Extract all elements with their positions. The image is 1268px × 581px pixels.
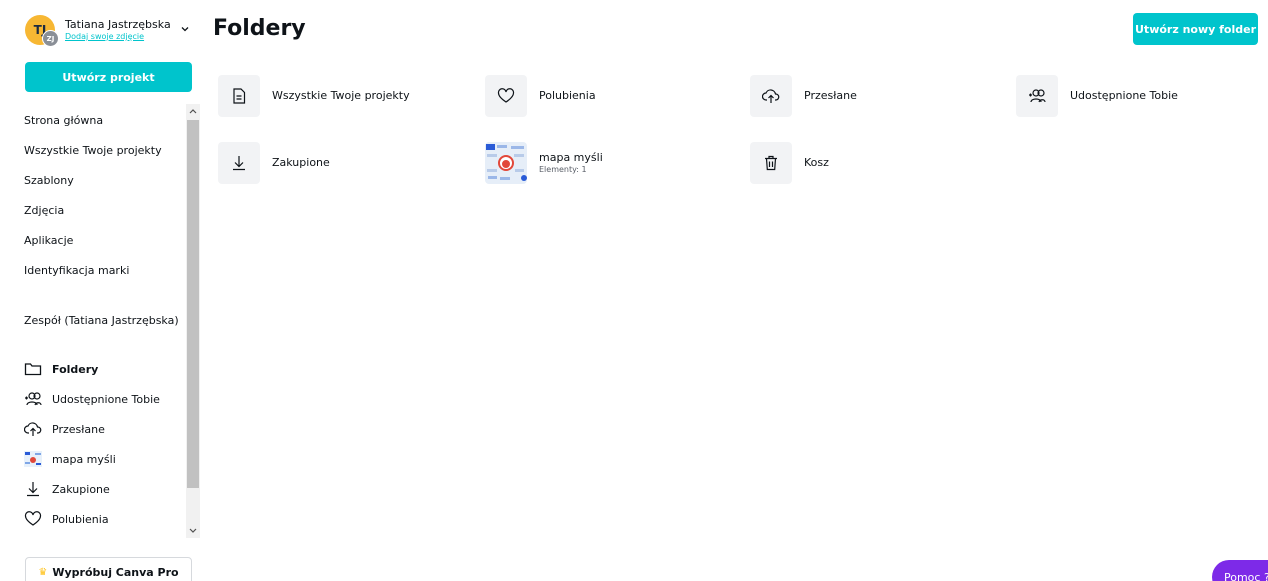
sidebar-item-team[interactable]: Zespół (Tatiana Jastrzębska) xyxy=(24,314,179,327)
sidebar-item-templates[interactable]: Szablony xyxy=(24,174,74,187)
folder-tile xyxy=(218,142,260,184)
sidebar: TJ ZJ Tatiana Jastrzębska Dodaj swoje zd… xyxy=(0,0,208,581)
user-name: Tatiana Jastrzębska xyxy=(65,18,171,32)
create-new-folder-button[interactable]: Utwórz nowy folder xyxy=(1133,13,1258,45)
sidebar-nav: Strona główna Wszystkie Twoje projekty S… xyxy=(0,102,202,540)
folder-name: Zakupione xyxy=(272,155,330,169)
sidebar-item-label: Udostępnione Tobie xyxy=(52,392,160,406)
folder-name: Udostępnione Tobie xyxy=(1070,88,1178,102)
folder-text: Kosz xyxy=(804,156,829,170)
scroll-up-arrow-icon[interactable] xyxy=(186,104,200,118)
folder-shared[interactable]: Udostępnione Tobie xyxy=(1016,75,1178,117)
sidebar-item-label: Foldery xyxy=(52,362,99,376)
crown-icon: ♛ xyxy=(38,566,48,578)
sidebar-item-label: Strona główna xyxy=(24,114,104,127)
document-icon xyxy=(232,88,246,104)
sidebar-item-all-projects[interactable]: Wszystkie Twoje projekty xyxy=(24,144,162,157)
folder-text: Udostępnione Tobie xyxy=(1070,89,1178,103)
sidebar-item-label: Przesłane xyxy=(52,422,105,436)
folder-name: Wszystkie Twoje projekty xyxy=(272,88,410,102)
folder-text: Przesłane xyxy=(804,89,857,103)
cloud-upload-icon xyxy=(24,421,42,437)
heart-icon xyxy=(497,88,515,104)
sidebar-item-likes[interactable]: Polubienia xyxy=(24,511,109,527)
sidebar-item-mind-map[interactable]: mapa myśli xyxy=(24,451,116,467)
team-badge: ZJ xyxy=(42,30,59,47)
trash-icon xyxy=(763,155,779,171)
folder-tile xyxy=(485,75,527,117)
team-badge-initials: ZJ xyxy=(46,34,55,43)
help-button[interactable]: Pomoc ? xyxy=(1212,560,1268,581)
folder-text: Wszystkie Twoje projekty xyxy=(272,89,410,103)
folder-name: mapa myśli xyxy=(539,150,603,164)
folder-trash[interactable]: Kosz xyxy=(750,142,829,184)
folder-item-count: Elementy: 1 xyxy=(539,164,587,174)
app-root: TJ ZJ Tatiana Jastrzębska Dodaj swoje zd… xyxy=(0,0,1268,581)
try-canva-pro-label: Wypróbuj Canva Pro xyxy=(52,565,179,579)
cloud-upload-icon xyxy=(762,88,780,104)
mind-map-thumbnail xyxy=(485,142,527,184)
sidebar-item-uploads[interactable]: Przesłane xyxy=(24,421,105,437)
sidebar-item-home[interactable]: Strona główna xyxy=(24,114,103,127)
folder-likes[interactable]: Polubienia xyxy=(485,75,596,117)
sidebar-item-folders[interactable]: Foldery xyxy=(24,361,98,377)
folder-tile xyxy=(218,75,260,117)
folder-tile xyxy=(1016,75,1058,117)
sidebar-item-label: Aplikacje xyxy=(24,234,74,247)
sidebar-item-photos[interactable]: Zdjęcia xyxy=(24,204,64,217)
download-icon xyxy=(24,481,42,497)
sidebar-item-label: Identyfikacja marki xyxy=(24,264,130,277)
folder-icon xyxy=(24,361,42,377)
download-icon xyxy=(230,155,248,171)
sidebar-item-purchased[interactable]: Zakupione xyxy=(24,481,110,497)
avatar[interactable]: TJ ZJ xyxy=(25,15,59,47)
folder-text: Polubienia xyxy=(539,89,596,103)
user-info: Tatiana Jastrzębska Dodaj swoje zdjęcie xyxy=(65,18,171,42)
folder-text: Zakupione xyxy=(272,156,330,170)
sidebar-item-label: Szablony xyxy=(24,174,74,187)
mind-map-thumbnail xyxy=(24,451,42,467)
folder-mind-map[interactable]: mapa myśli Elementy: 1 xyxy=(485,142,603,184)
sidebar-item-label: mapa myśli xyxy=(52,452,116,466)
user-account[interactable]: TJ ZJ Tatiana Jastrzębska Dodaj swoje zd… xyxy=(25,12,195,48)
folder-name: Kosz xyxy=(804,155,829,169)
folder-name: Polubienia xyxy=(539,88,596,102)
page-title: Foldery xyxy=(213,16,306,41)
shared-users-icon xyxy=(1028,88,1046,104)
folder-purchased[interactable]: Zakupione xyxy=(218,142,330,184)
folder-uploads[interactable]: Przesłane xyxy=(750,75,857,117)
create-project-button[interactable]: Utwórz projekt xyxy=(25,62,192,92)
shared-users-icon xyxy=(24,391,42,407)
try-canva-pro-button[interactable]: ♛ Wypróbuj Canva Pro xyxy=(25,557,192,581)
heart-icon xyxy=(24,511,42,527)
sidebar-item-apps[interactable]: Aplikacje xyxy=(24,234,73,247)
sidebar-item-label: Zespół (Tatiana Jastrzębska) xyxy=(24,314,179,327)
folder-tile xyxy=(750,75,792,117)
chevron-down-icon[interactable] xyxy=(180,24,190,34)
sidebar-item-brand[interactable]: Identyfikacja marki xyxy=(24,264,129,277)
add-photo-link[interactable]: Dodaj swoje zdjęcie xyxy=(65,32,171,42)
folder-tile xyxy=(750,142,792,184)
sidebar-item-label: Wszystkie Twoje projekty xyxy=(24,144,162,157)
sidebar-item-label: Polubienia xyxy=(52,512,109,526)
scroll-down-arrow-icon[interactable] xyxy=(186,524,200,538)
folder-name: Przesłane xyxy=(804,88,857,102)
sidebar-scroll-thumb[interactable] xyxy=(187,120,199,488)
sidebar-item-shared[interactable]: Udostępnione Tobie xyxy=(24,391,160,407)
folder-text: mapa myśli Elementy: 1 xyxy=(539,151,603,176)
sidebar-item-label: Zdjęcia xyxy=(24,204,65,217)
sidebar-item-label: Zakupione xyxy=(52,482,110,496)
folder-all-projects[interactable]: Wszystkie Twoje projekty xyxy=(218,75,410,117)
